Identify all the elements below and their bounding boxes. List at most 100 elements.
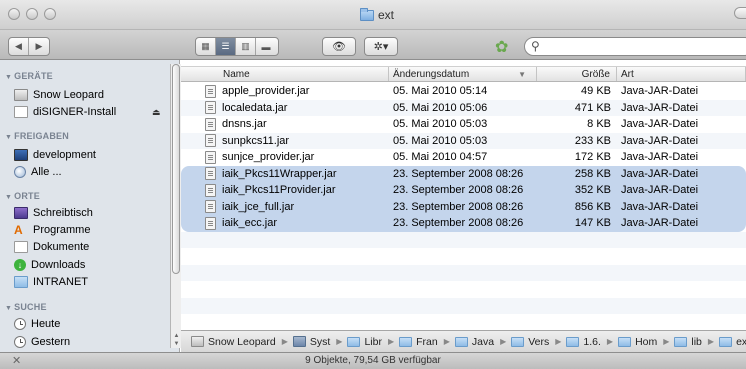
status-text: 9 Objekte, 79,54 GB verfügbar	[305, 355, 441, 366]
sidebar-section-freigaben[interactable]: ▼ FREIGABEN	[5, 131, 69, 141]
file-size: 258 KB	[574, 167, 611, 180]
list-view-button[interactable]: ☰	[216, 38, 236, 55]
sidebar-item-programme[interactable]: A Programme	[14, 221, 90, 238]
file-name-cell: iaik_ecc.jar	[181, 216, 389, 230]
path-crumb[interactable]: Libr ▶	[347, 336, 396, 348]
sidebar-item-alle[interactable]: Alle ...	[14, 163, 62, 180]
jar-file-icon	[205, 134, 216, 148]
disclosure-triangle-icon: ▼	[5, 305, 13, 312]
file-size: 172 KB	[574, 151, 611, 164]
close-window-button[interactable]	[8, 8, 20, 20]
file-kind: Java-JAR-Datei	[621, 85, 699, 98]
sidebar-item-intranet[interactable]: INTRANET	[14, 273, 88, 290]
column-header-date[interactable]: Änderungsdatum ▼	[389, 67, 537, 81]
sidebar-item-downloads[interactable]: ↓ Downloads	[14, 256, 85, 273]
file-date: 23. September 2008 08:26	[393, 217, 524, 230]
eject-icon[interactable]: ⏏	[152, 107, 161, 118]
file-row[interactable]: sunpkcs11.jar 05. Mai 2010 05:03 233 KB Jav…	[181, 132, 746, 149]
search-icon: ⚲	[531, 39, 540, 53]
folder-icon	[360, 7, 374, 21]
search-field[interactable]: ⚲	[524, 37, 746, 56]
path-crumb-label: Snow Leopard	[208, 335, 276, 348]
file-kind: Java-JAR-Datei	[621, 184, 699, 197]
path-crumb[interactable]: lib ▶	[674, 336, 716, 348]
search-input[interactable]	[547, 39, 746, 54]
clock-icon	[14, 317, 26, 330]
path-crumb[interactable]: Snow Leopard ▶	[191, 336, 290, 348]
sidebar-item-schreibtisch[interactable]: Schreibtisch	[14, 204, 93, 221]
sidebar-section-suche[interactable]: ▼ SUCHE	[5, 302, 47, 312]
sidebar-item-gestern[interactable]: Gestern	[14, 333, 70, 350]
jar-file-icon	[205, 200, 216, 214]
sidebar-item-snow-leopard[interactable]: Snow Leopard	[14, 86, 104, 103]
window-titlebar: ext	[0, 0, 746, 30]
file-row[interactable]: apple_provider.jar 05. Mai 2010 05:14 49 K…	[181, 83, 746, 100]
sidebar-scrollbar[interactable]: ▲ ▼	[170, 64, 181, 348]
path-crumb[interactable]: Syst ▶	[292, 336, 345, 348]
scroll-arrows-icon[interactable]: ▲ ▼	[172, 332, 181, 348]
file-row[interactable]: iaik_jce_full.jar 23. September 2008 08:2…	[181, 198, 746, 215]
file-name-cell: dnsns.jar	[181, 117, 389, 131]
jar-file-icon	[205, 216, 216, 230]
file-size: 8 KB	[587, 118, 611, 131]
column-view-button[interactable]: ▥	[236, 38, 256, 55]
sidebar-section-orte[interactable]: ▼ ORTE	[5, 191, 40, 201]
path-crumb[interactable]: 1.6. ▶	[566, 336, 615, 348]
column-header-row: Name Änderungsdatum ▼ Größe Art	[181, 66, 746, 82]
disclosure-triangle-icon: ▼	[5, 74, 13, 81]
sidebar-item-dokumente[interactable]: Dokumente	[14, 238, 89, 255]
folder-icon	[399, 336, 413, 347]
empty-row	[181, 314, 746, 331]
downloads-icon: ↓	[14, 258, 26, 271]
path-bar: Snow Leopard ▶ Syst ▶ Libr ▶ Fran ▶ Java ▶ Vers ▶ 1.…	[181, 330, 746, 352]
toolbar-toggle-button[interactable]	[734, 7, 746, 19]
forward-button[interactable]: ▶	[29, 38, 49, 55]
column-header-kind[interactable]: Art	[617, 67, 746, 81]
column-header-name[interactable]: Name	[181, 67, 389, 81]
disk-image-icon	[14, 105, 28, 118]
file-date: 05. Mai 2010 05:14	[393, 85, 488, 98]
sidebar-item-disigner-install[interactable]: diSIGNER-Install	[14, 103, 116, 120]
sidebar-item-heute[interactable]: Heute	[14, 315, 60, 332]
file-row[interactable]: iaik_ecc.jar 23. September 2008 08:26 147 …	[181, 215, 746, 232]
path-crumb[interactable]: Hom ▶	[618, 336, 671, 348]
monitor-icon	[14, 148, 28, 161]
burn-icon[interactable]: ✿	[495, 37, 508, 57]
file-row[interactable]: iaik_Pkcs11Provider.jar 23. September 200…	[181, 182, 746, 199]
empty-row	[181, 281, 746, 298]
icon-view-button[interactable]: ▦	[196, 38, 216, 55]
path-crumb[interactable]: Vers ▶	[511, 336, 563, 348]
quicklook-button[interactable]: 👁	[322, 37, 356, 56]
file-row[interactable]: sunjce_provider.jar 05. Mai 2010 04:57 172…	[181, 149, 746, 166]
back-button[interactable]: ◀	[9, 38, 29, 55]
minimize-window-button[interactable]	[26, 8, 38, 20]
toolbar: ◀ ▶ ▦ ☰ ▥ ▬ 👁 ✲▾ ✿ ⚲	[0, 30, 746, 60]
sidebar-item-development[interactable]: development	[14, 146, 96, 163]
coverflow-view-button[interactable]: ▬	[256, 38, 276, 55]
zoom-window-button[interactable]	[44, 8, 56, 20]
network-globe-icon	[14, 165, 26, 178]
action-menu-button[interactable]: ✲▾	[364, 37, 398, 56]
file-row[interactable]: localedata.jar 05. Mai 2010 05:06 471 KB Ja…	[181, 99, 746, 116]
sidebar-scroll-thumb[interactable]	[172, 64, 180, 274]
hard-drive-icon	[14, 88, 28, 101]
hard-drive-icon	[191, 336, 204, 347]
column-header-size[interactable]: Größe	[537, 67, 617, 81]
file-name: iaik_ecc.jar	[222, 217, 278, 230]
path-separator-icon: ▶	[663, 337, 670, 346]
sidebar-section-geraete[interactable]: ▼ GERÄTE	[5, 71, 53, 81]
path-crumb[interactable]: ext	[719, 336, 746, 348]
path-crumb[interactable]: Fran ▶	[399, 336, 452, 348]
file-name-cell: iaik_jce_full.jar	[181, 200, 389, 214]
path-crumb[interactable]: Java ▶	[454, 336, 508, 348]
file-kind: Java-JAR-Datei	[621, 167, 699, 180]
file-name: sunpkcs11.jar	[222, 134, 290, 147]
file-date: 23. September 2008 08:26	[393, 184, 524, 197]
file-row[interactable]: iaik_Pkcs11Wrapper.jar 23. September 2008…	[181, 165, 746, 182]
jar-file-icon	[205, 150, 216, 164]
file-row[interactable]: dnsns.jar 05. Mai 2010 05:03 8 KB Java-JAR-…	[181, 116, 746, 133]
folder-icon	[566, 336, 580, 347]
jar-file-icon	[205, 84, 216, 98]
file-size: 147 KB	[574, 217, 611, 230]
jar-file-icon	[205, 117, 216, 131]
